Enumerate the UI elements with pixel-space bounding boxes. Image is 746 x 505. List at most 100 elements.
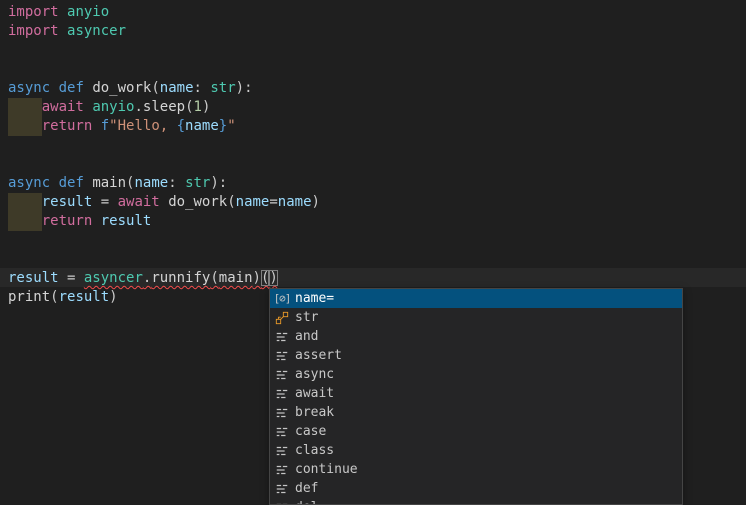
code-area[interactable]: import anyioimport asyncerasync def do_w… <box>0 0 746 307</box>
suggestion-label: and <box>295 329 318 344</box>
code-token <box>59 4 67 20</box>
code-token: str <box>210 80 235 96</box>
code-token: def <box>59 175 84 191</box>
code-token: ( <box>185 99 193 115</box>
code-token: result <box>42 194 93 210</box>
code-token: name <box>185 118 219 134</box>
code-line[interactable]: result = asyncer.runnify(main)() <box>8 269 746 288</box>
keyword-icon <box>273 462 291 478</box>
code-token: } <box>219 118 227 134</box>
class-icon <box>273 310 291 326</box>
code-token: anyio <box>67 4 109 20</box>
code-token <box>8 118 42 134</box>
code-token: { <box>177 118 185 134</box>
code-token: : <box>194 80 211 96</box>
code-token: await <box>118 194 160 210</box>
code-token <box>92 213 100 229</box>
suggestion-item-and[interactable]: and <box>270 327 682 346</box>
code-token <box>50 175 58 191</box>
code-token: " <box>227 118 235 134</box>
code-token: = <box>269 194 277 210</box>
code-token: name <box>236 194 270 210</box>
code-token: name <box>278 194 312 210</box>
code-token: return <box>42 213 93 229</box>
autocomplete-popup[interactable]: [⊘] name= str and assert async await break case c… <box>269 288 683 505</box>
code-token: ) <box>253 270 261 286</box>
code-token <box>8 99 42 115</box>
code-line[interactable]: result = await do_work(name=name) <box>8 193 746 212</box>
code-line[interactable]: async def do_work(name: str): <box>8 79 746 98</box>
code-token: ) <box>312 194 320 210</box>
code-token: ) <box>269 270 277 286</box>
code-line[interactable]: await anyio.sleep(1) <box>8 98 746 117</box>
suggestion-item-continue[interactable]: continue <box>270 460 682 479</box>
code-token: str <box>185 175 210 191</box>
editor-screen: { "theme": { "editor_bg": "#1f1f1f", "de… <box>0 0 746 505</box>
code-token: ) <box>109 289 117 305</box>
suggestion-item-str[interactable]: str <box>270 308 682 327</box>
code-token: ( <box>210 270 218 286</box>
suggestion-label: def <box>295 481 318 496</box>
suggestion-item-name[interactable]: [⊘] name= <box>270 289 682 308</box>
code-line[interactable]: async def main(name: str): <box>8 174 746 193</box>
suggestion-label: continue <box>295 462 358 477</box>
code-line[interactable] <box>8 41 746 60</box>
code-token: . <box>134 99 142 115</box>
code-token <box>160 194 168 210</box>
code-token: name <box>134 175 168 191</box>
code-line[interactable] <box>8 231 746 250</box>
suggestion-item-def[interactable]: def <box>270 479 682 498</box>
code-token: import <box>8 23 59 39</box>
code-line[interactable]: return result <box>8 212 746 231</box>
suggestion-label: case <box>295 424 326 439</box>
code-token: do_work <box>168 194 227 210</box>
code-token: ): <box>236 80 253 96</box>
code-token: f <box>101 118 109 134</box>
code-line[interactable]: return f"Hello, {name}" <box>8 117 746 136</box>
suggestion-item-async[interactable]: async <box>270 365 682 384</box>
keyword-icon <box>273 329 291 345</box>
code-token <box>8 194 42 210</box>
code-token: await <box>42 99 84 115</box>
code-line[interactable] <box>8 136 746 155</box>
suggestion-item-await[interactable]: await <box>270 384 682 403</box>
code-token: name <box>160 80 194 96</box>
code-line[interactable] <box>8 155 746 174</box>
code-token: "Hello, <box>109 118 176 134</box>
code-token: result <box>101 213 152 229</box>
suggestion-item-assert[interactable]: assert <box>270 346 682 365</box>
suggestion-label: assert <box>295 348 342 363</box>
code-line[interactable]: import asyncer <box>8 22 746 41</box>
code-token <box>92 118 100 134</box>
code-token: ): <box>210 175 227 191</box>
code-token: main <box>219 270 253 286</box>
suggestion-item-class[interactable]: class <box>270 441 682 460</box>
suggestion-item-del[interactable]: del <box>270 498 682 505</box>
suggestion-item-break[interactable]: break <box>270 403 682 422</box>
code-token <box>59 23 67 39</box>
code-token: import <box>8 4 59 20</box>
code-line[interactable]: import anyio <box>8 3 746 22</box>
code-token: 1 <box>194 99 202 115</box>
suggestion-label: name= <box>295 291 334 306</box>
code-token: asyncer <box>67 23 126 39</box>
code-token: async <box>8 175 50 191</box>
code-token: return <box>42 118 93 134</box>
code-token: anyio <box>92 99 134 115</box>
code-token: : <box>168 175 185 191</box>
suggestion-label: await <box>295 386 334 401</box>
code-line[interactable] <box>8 60 746 79</box>
kwarg-icon: [⊘] <box>273 291 291 307</box>
code-line[interactable] <box>8 250 746 269</box>
keyword-icon <box>273 405 291 421</box>
suggestion-label: break <box>295 405 334 420</box>
code-token: result <box>59 289 110 305</box>
keyword-icon <box>273 424 291 440</box>
keyword-icon <box>273 443 291 459</box>
code-editor[interactable]: import anyioimport asyncerasync def do_w… <box>0 0 746 505</box>
keyword-icon <box>273 481 291 497</box>
code-token: ( <box>151 80 159 96</box>
code-token: result <box>8 270 59 286</box>
suggestion-item-case[interactable]: case <box>270 422 682 441</box>
keyword-icon <box>273 386 291 402</box>
